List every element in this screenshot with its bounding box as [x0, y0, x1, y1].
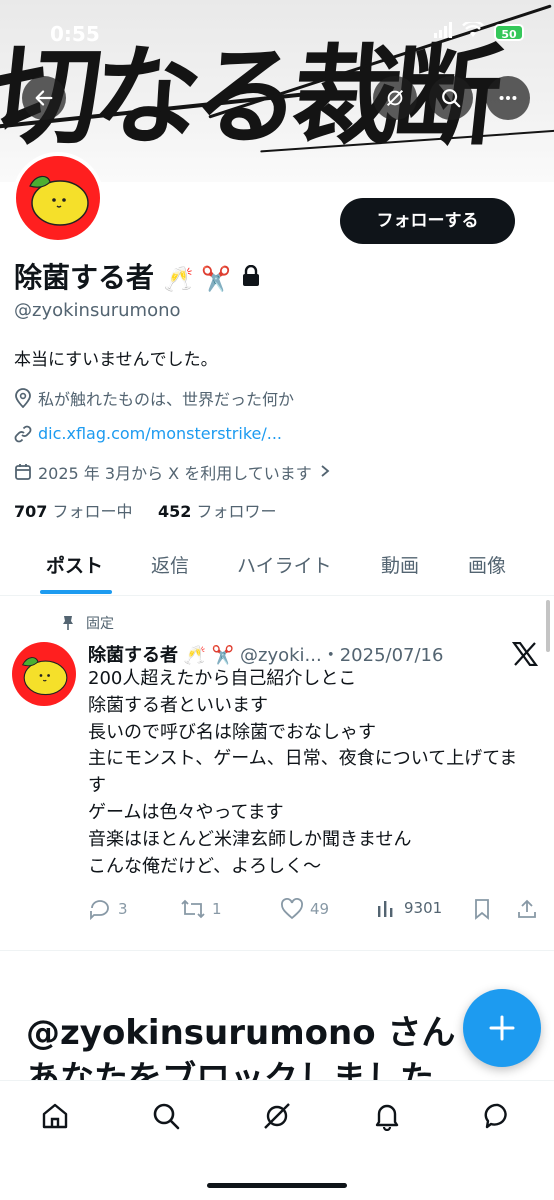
- more-button[interactable]: [486, 76, 530, 120]
- lemon-avatar-image: [22, 657, 68, 696]
- reply-count: 3: [118, 900, 128, 918]
- lemon-avatar-image: [29, 175, 89, 226]
- following-link[interactable]: 707 フォロー中: [14, 502, 133, 521]
- like-count: 49: [310, 900, 330, 918]
- views-button[interactable]: 9301: [376, 898, 442, 918]
- pinned-indicator: 固定: [60, 613, 114, 633]
- scrollbar[interactable]: [546, 600, 550, 652]
- bookmark-button[interactable]: [472, 898, 498, 920]
- joined-text: 2025 年 3月から X を利用しています: [38, 464, 312, 483]
- website-link[interactable]: dic.xflag.com/monsterstrike/...: [38, 424, 282, 443]
- followers-link[interactable]: 452 フォロワー: [158, 502, 277, 521]
- retweet-icon: [181, 899, 205, 919]
- tweet-name-emojis: 🥂 ✂️: [183, 645, 235, 666]
- following-label: フォロー中: [52, 502, 133, 521]
- view-count: 9301: [404, 899, 443, 917]
- nav-messages[interactable]: [478, 1096, 518, 1136]
- nav-grok[interactable]: [257, 1096, 297, 1136]
- tab-highlights[interactable]: ハイライト: [237, 551, 332, 578]
- like-button[interactable]: 49: [280, 898, 329, 920]
- name-emojis: 🥂 ✂️: [163, 265, 232, 293]
- tweet-handle-date: @zyoki...・2025/07/16: [240, 645, 444, 666]
- signal-icon: [434, 22, 454, 42]
- follow-counts: 707 フォロー中 452 フォロワー: [14, 498, 276, 522]
- bell-icon: [375, 1104, 399, 1131]
- tweet-avatar[interactable]: [12, 642, 76, 706]
- nav-home[interactable]: [35, 1096, 75, 1136]
- tweet-author-name[interactable]: 除菌する者: [88, 645, 178, 666]
- heart-icon: [281, 898, 303, 920]
- pinned-label: 固定: [86, 616, 114, 632]
- tabs-divider: [0, 595, 554, 596]
- grok-icon: [386, 89, 404, 107]
- tab-replies[interactable]: 返信: [151, 551, 189, 578]
- tweet-divider: [0, 950, 554, 951]
- search-button[interactable]: [429, 76, 473, 120]
- follow-button[interactable]: フォローする: [340, 198, 515, 244]
- back-button[interactable]: [22, 76, 66, 120]
- wifi-icon: [462, 20, 484, 42]
- profile-joined[interactable]: 2025 年 3月から X を利用しています: [14, 460, 336, 484]
- share-button[interactable]: [516, 898, 544, 920]
- display-name-text: 除菌する者: [14, 261, 155, 294]
- pin-icon: [63, 616, 73, 630]
- more-dots-icon: [499, 95, 517, 101]
- grok-icon: [264, 1103, 290, 1129]
- tweet-text: 200人超えたから自己紹介しとこ 除菌する者といいます 長いので呼び名は除菌でお…: [88, 668, 518, 877]
- tab-images[interactable]: 画像: [468, 551, 506, 578]
- tab-posts[interactable]: ポスト: [46, 551, 103, 578]
- home-indicator: [207, 1183, 347, 1188]
- chevron-right-icon: [320, 463, 336, 482]
- calendar-icon: [15, 464, 31, 480]
- followers-count: 452: [157, 502, 192, 521]
- plus-icon: [489, 1015, 515, 1041]
- following-count: 707: [14, 502, 48, 521]
- display-name: 除菌する者 🥂 ✂️: [14, 256, 261, 296]
- grok-button[interactable]: [373, 76, 417, 120]
- share-icon: [518, 899, 536, 918]
- tweet-header: 除菌する者 🥂 ✂️ @zyoki...・2025/07/16: [88, 641, 443, 667]
- location-pin-icon: [15, 388, 31, 408]
- retweet-button[interactable]: 1: [180, 898, 222, 920]
- nav-search[interactable]: [146, 1096, 186, 1136]
- arrow-left-icon: [35, 90, 53, 106]
- bookmark-icon: [475, 899, 489, 920]
- reply-icon: [90, 900, 109, 920]
- profile-handle: @zyokinsurumono: [14, 300, 181, 321]
- profile-location: 私が触れたものは、世界だった何か: [14, 386, 294, 410]
- nav-notifications[interactable]: [367, 1096, 407, 1136]
- search-icon: [153, 1103, 180, 1130]
- compose-button[interactable]: [463, 989, 541, 1067]
- lock-icon: [241, 261, 261, 294]
- profile-bio: 本当にすいませんでした。: [14, 350, 218, 370]
- status-time: 0:55: [50, 22, 100, 46]
- battery-indicator: 50: [494, 24, 524, 41]
- search-icon: [442, 89, 461, 108]
- active-tab-indicator: [40, 590, 112, 594]
- message-bubble-icon: [484, 1103, 507, 1129]
- reply-button[interactable]: 3: [88, 898, 128, 920]
- profile-website[interactable]: dic.xflag.com/monsterstrike/...: [14, 424, 282, 443]
- tab-videos[interactable]: 動画: [381, 551, 419, 578]
- bar-chart-icon: [378, 901, 393, 917]
- followers-label: フォロワー: [196, 502, 277, 521]
- location-text: 私が触れたものは、世界だった何か: [38, 390, 295, 409]
- retweet-count: 1: [212, 900, 222, 918]
- profile-avatar[interactable]: [12, 152, 104, 244]
- home-icon: [42, 1103, 68, 1129]
- link-icon: [14, 425, 32, 442]
